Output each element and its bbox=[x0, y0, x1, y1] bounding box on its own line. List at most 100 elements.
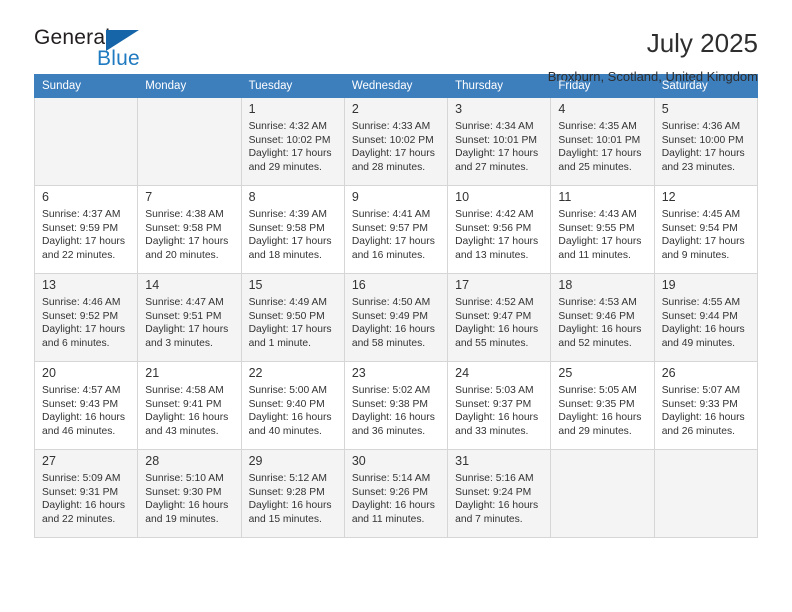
calendar-day-cell[interactable]: 18 Sunrise: 4:53 AM Sunset: 9:46 PM Dayligh… bbox=[550, 273, 655, 362]
daylight-text-line2: and 28 minutes. bbox=[351, 161, 426, 173]
calendar-day-cell[interactable]: 1 Sunrise: 4:32 AM Sunset: 10:02 PM Dayligh… bbox=[240, 97, 345, 186]
daylight-text-line2: and 29 minutes. bbox=[558, 425, 632, 437]
calendar-day-cell[interactable]: 14 Sunrise: 4:47 AM Sunset: 9:51 PM Dayligh… bbox=[137, 273, 242, 362]
calendar-day-cell[interactable]: 31 Sunrise: 5:16 AM Sunset: 9:24 PM Dayligh… bbox=[447, 449, 552, 538]
daylight-text-line2: and 58 minutes. bbox=[351, 337, 426, 349]
daylight-text-line1: Daylight: 17 hours bbox=[558, 148, 642, 160]
calendar-day-cell[interactable]: 20 Sunrise: 4:57 AM Sunset: 9:43 PM Dayligh… bbox=[33, 361, 139, 450]
day-number: 27 bbox=[42, 454, 56, 468]
calendar-day-cell[interactable]: 29 Sunrise: 5:12 AM Sunset: 9:28 PM Dayligh… bbox=[240, 449, 345, 538]
sunrise-text: Sunrise: 5:14 AM bbox=[351, 473, 431, 484]
calendar-day-cell[interactable]: 6 Sunrise: 4:37 AM Sunset: 9:59 PM Daylight… bbox=[33, 185, 139, 274]
day-sun-info: Sunrise: 4:33 AM Sunset: 10:02 PM Daylight… bbox=[352, 120, 441, 174]
daylight-text-line2: and 7 minutes. bbox=[455, 513, 523, 525]
calendar-day-cell[interactable]: 30 Sunrise: 5:14 AM Sunset: 9:26 PM Dayligh… bbox=[343, 449, 449, 538]
day-sun-info: Sunrise: 4:53 AM Sunset: 9:46 PM Daylight:… bbox=[558, 296, 647, 350]
calendar-day-cell-empty bbox=[137, 97, 242, 186]
title-block: July 2025 Broxburn, Scotland, United Kin… bbox=[548, 26, 758, 86]
calendar-day-cell[interactable]: 3 Sunrise: 4:34 AM Sunset: 10:01 PM Dayligh… bbox=[447, 97, 552, 186]
daylight-text-line1: Daylight: 16 hours bbox=[248, 412, 332, 424]
daylight-text-line1: Daylight: 17 hours bbox=[558, 236, 642, 248]
day-sun-info: Sunrise: 5:02 AM Sunset: 9:38 PM Daylight:… bbox=[352, 384, 441, 438]
day-sun-info: Sunrise: 5:14 AM Sunset: 9:26 PM Daylight:… bbox=[352, 472, 441, 526]
sunset-text: Sunset: 9:33 PM bbox=[661, 398, 738, 410]
calendar-day-cell[interactable]: 4 Sunrise: 4:35 AM Sunset: 10:01 PM Dayligh… bbox=[550, 97, 655, 186]
day-number: 5 bbox=[661, 102, 669, 116]
daylight-text-line2: and 22 minutes. bbox=[42, 249, 116, 261]
sunrise-text: Sunrise: 4:36 AM bbox=[661, 121, 741, 132]
day-sun-info: Sunrise: 5:16 AM Sunset: 9:24 PM Daylight:… bbox=[455, 472, 544, 526]
day-cell-content: 10 Sunrise: 4:42 AM Sunset: 9:56 PM Dayligh… bbox=[448, 186, 550, 266]
day-cell-content: 16 Sunrise: 4:50 AM Sunset: 9:49 PM Dayligh… bbox=[345, 274, 447, 354]
sunrise-text: Sunrise: 4:55 AM bbox=[661, 297, 741, 308]
day-number: 6 bbox=[42, 190, 49, 204]
calendar-day-cell[interactable]: 5 Sunrise: 4:36 AM Sunset: 10:00 PM Dayligh… bbox=[653, 97, 759, 186]
daylight-text-line2: and 55 minutes. bbox=[455, 337, 529, 349]
calendar-day-cell[interactable]: 22 Sunrise: 5:00 AM Sunset: 9:40 PM Dayligh… bbox=[240, 361, 345, 450]
calendar-day-cell[interactable]: 9 Sunrise: 4:41 AM Sunset: 9:57 PM Daylight… bbox=[343, 185, 449, 274]
calendar-day-cell[interactable]: 21 Sunrise: 4:58 AM Sunset: 9:41 PM Dayligh… bbox=[137, 361, 242, 450]
sunset-text: Sunset: 9:38 PM bbox=[351, 398, 428, 410]
day-sun-info: Sunrise: 4:49 AM Sunset: 9:50 PM Daylight:… bbox=[249, 296, 338, 350]
calendar-day-cell[interactable]: 12 Sunrise: 4:45 AM Sunset: 9:54 PM Dayligh… bbox=[653, 185, 759, 274]
day-cell-content: 6 Sunrise: 4:37 AM Sunset: 9:59 PM Daylight… bbox=[35, 186, 137, 266]
day-number: 20 bbox=[42, 366, 56, 380]
calendar-day-cell[interactable]: 17 Sunrise: 4:52 AM Sunset: 9:47 PM Dayligh… bbox=[447, 273, 552, 362]
calendar-day-cell[interactable]: 27 Sunrise: 5:09 AM Sunset: 9:31 PM Dayligh… bbox=[33, 449, 139, 538]
sunset-text: Sunset: 10:01 PM bbox=[558, 134, 641, 146]
sunrise-text: Sunrise: 4:35 AM bbox=[558, 121, 637, 132]
daylight-text-line1: Daylight: 17 hours bbox=[42, 236, 125, 248]
daylight-text-line1: Daylight: 17 hours bbox=[661, 236, 745, 248]
sunrise-text: Sunrise: 5:03 AM bbox=[455, 385, 534, 396]
daylight-text-line2: and 20 minutes. bbox=[145, 249, 219, 261]
sunrise-text: Sunrise: 4:45 AM bbox=[661, 209, 741, 220]
sunrise-text: Sunrise: 4:58 AM bbox=[145, 385, 224, 396]
daylight-text-line1: Daylight: 17 hours bbox=[455, 148, 539, 160]
calendar-day-cell[interactable]: 8 Sunrise: 4:39 AM Sunset: 9:58 PM Daylight… bbox=[240, 185, 345, 274]
day-sun-info: Sunrise: 5:05 AM Sunset: 9:35 PM Daylight:… bbox=[558, 384, 647, 438]
calendar-week-row: 20 Sunrise: 4:57 AM Sunset: 9:43 PM Dayligh… bbox=[33, 361, 759, 450]
day-cell-content: 8 Sunrise: 4:39 AM Sunset: 9:58 PM Daylight… bbox=[242, 186, 344, 266]
calendar-day-cell[interactable]: 19 Sunrise: 4:55 AM Sunset: 9:44 PM Dayligh… bbox=[653, 273, 759, 362]
calendar-day-cell[interactable]: 7 Sunrise: 4:38 AM Sunset: 9:58 PM Daylight… bbox=[137, 185, 242, 274]
daylight-text-line1: Daylight: 16 hours bbox=[558, 324, 642, 336]
calendar-day-cell[interactable]: 24 Sunrise: 5:03 AM Sunset: 9:37 PM Dayligh… bbox=[447, 361, 552, 450]
calendar-day-cell[interactable]: 28 Sunrise: 5:10 AM Sunset: 9:30 PM Dayligh… bbox=[137, 449, 242, 538]
day-cell-content: 2 Sunrise: 4:33 AM Sunset: 10:02 PM Dayligh… bbox=[345, 98, 447, 178]
calendar-day-cell[interactable]: 23 Sunrise: 5:02 AM Sunset: 9:38 PM Dayligh… bbox=[343, 361, 449, 450]
day-cell-content: 7 Sunrise: 4:38 AM Sunset: 9:58 PM Daylight… bbox=[138, 186, 240, 266]
daylight-text-line1: Daylight: 16 hours bbox=[42, 412, 125, 424]
daylight-text-line2: and 9 minutes. bbox=[661, 249, 730, 261]
day-cell-content: 24 Sunrise: 5:03 AM Sunset: 9:37 PM Dayligh… bbox=[448, 362, 550, 442]
daylight-text-line1: Daylight: 16 hours bbox=[145, 412, 229, 424]
daylight-text-line1: Daylight: 16 hours bbox=[455, 412, 539, 424]
calendar-day-cell[interactable]: 10 Sunrise: 4:42 AM Sunset: 9:56 PM Dayligh… bbox=[447, 185, 552, 274]
calendar-day-cell[interactable]: 15 Sunrise: 4:49 AM Sunset: 9:50 PM Dayligh… bbox=[240, 273, 345, 362]
page-title: July 2025 bbox=[646, 28, 758, 58]
day-sun-info: Sunrise: 4:58 AM Sunset: 9:41 PM Daylight:… bbox=[145, 384, 234, 438]
day-sun-info: Sunrise: 4:57 AM Sunset: 9:43 PM Daylight:… bbox=[42, 384, 131, 438]
calendar-day-cell[interactable]: 16 Sunrise: 4:50 AM Sunset: 9:49 PM Dayligh… bbox=[343, 273, 449, 362]
day-cell-content: 15 Sunrise: 4:49 AM Sunset: 9:50 PM Dayligh… bbox=[242, 274, 344, 354]
calendar-day-cell[interactable]: 11 Sunrise: 4:43 AM Sunset: 9:55 PM Dayligh… bbox=[550, 185, 655, 274]
general-blue-logo[interactable]: General Blue bbox=[34, 26, 154, 80]
day-sun-info: Sunrise: 4:36 AM Sunset: 10:00 PM Daylight… bbox=[662, 120, 751, 174]
sunrise-text: Sunrise: 4:53 AM bbox=[558, 297, 637, 308]
calendar-day-cell[interactable]: 2 Sunrise: 4:33 AM Sunset: 10:02 PM Dayligh… bbox=[343, 97, 449, 186]
calendar-day-cell[interactable]: 13 Sunrise: 4:46 AM Sunset: 9:52 PM Dayligh… bbox=[33, 273, 139, 362]
day-sun-info: Sunrise: 4:32 AM Sunset: 10:02 PM Daylight… bbox=[249, 120, 338, 174]
calendar-day-cell[interactable]: 26 Sunrise: 5:07 AM Sunset: 9:33 PM Dayligh… bbox=[653, 361, 759, 450]
sunset-text: Sunset: 9:49 PM bbox=[351, 310, 428, 322]
sunrise-text: Sunrise: 4:38 AM bbox=[145, 209, 224, 220]
weekday-header-thursday: Thursday bbox=[447, 74, 552, 98]
calendar-day-cell[interactable]: 25 Sunrise: 5:05 AM Sunset: 9:35 PM Dayligh… bbox=[550, 361, 655, 450]
day-cell-content: 21 Sunrise: 4:58 AM Sunset: 9:41 PM Dayligh… bbox=[138, 362, 240, 442]
daylight-text-line2: and 23 minutes. bbox=[661, 161, 735, 173]
day-sun-info: Sunrise: 5:03 AM Sunset: 9:37 PM Daylight:… bbox=[455, 384, 544, 438]
daylight-text-line2: and 33 minutes. bbox=[455, 425, 529, 437]
page-header: General Blue July 2025 Broxburn, Scotlan… bbox=[34, 0, 758, 84]
day-sun-info: Sunrise: 4:52 AM Sunset: 9:47 PM Daylight:… bbox=[455, 296, 544, 350]
daylight-text-line2: and 27 minutes. bbox=[455, 161, 529, 173]
sunset-text: Sunset: 9:56 PM bbox=[455, 222, 532, 234]
daylight-text-line1: Daylight: 17 hours bbox=[248, 148, 332, 160]
